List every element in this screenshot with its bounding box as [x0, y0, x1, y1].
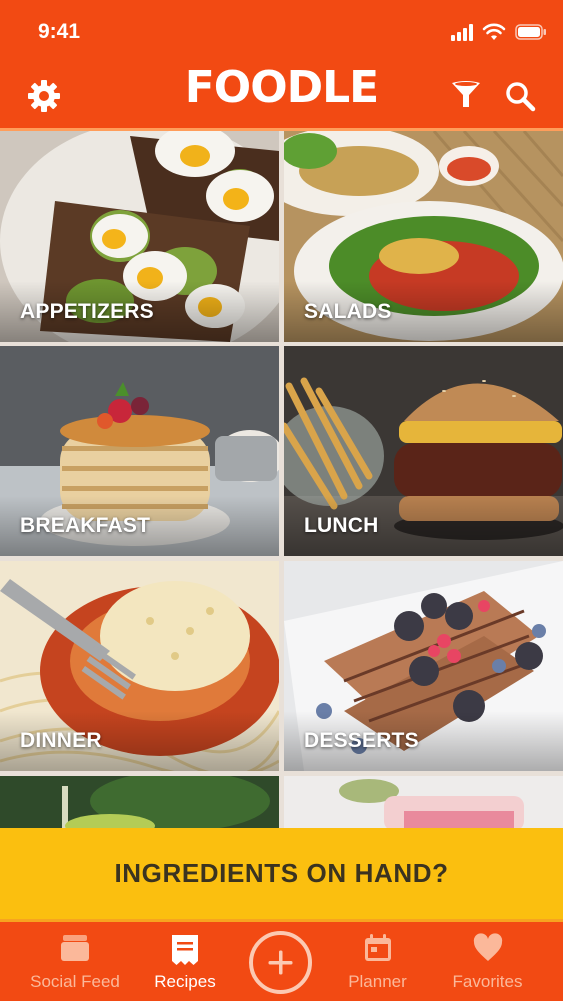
category-tile-salads[interactable]: SALADS [284, 131, 563, 342]
wifi-icon [482, 23, 506, 40]
category-label: LUNCH [304, 514, 379, 537]
add-recipe-button[interactable] [249, 931, 312, 994]
tab-social-feed[interactable]: Social Feed [15, 922, 135, 1001]
tab-planner[interactable]: Planner [330, 922, 425, 1001]
partial-photo-right [284, 776, 563, 831]
social-feed-icon [61, 935, 89, 961]
tab-recipes[interactable]: Recipes [135, 922, 235, 1001]
category-tile-partial-left[interactable] [0, 776, 279, 831]
tab-label: Recipes [154, 972, 216, 991]
category-tile-appetizers[interactable]: APPETIZERS [0, 131, 279, 342]
partial-photo-left [0, 776, 279, 831]
tab-label: Favorites [452, 972, 523, 991]
category-label: APPETIZERS [20, 300, 154, 323]
category-label: DINNER [20, 729, 102, 752]
status-time: 9:41 [38, 20, 81, 43]
category-tile-partial-right[interactable] [284, 776, 563, 831]
tab-favorites[interactable]: Favorites [440, 922, 535, 1001]
search-icon[interactable] [504, 80, 536, 112]
recipes-icon [172, 935, 198, 965]
tab-label: Planner [348, 972, 407, 991]
status-icons [451, 23, 547, 41]
category-label: DESSERTS [304, 729, 419, 752]
category-tile-desserts[interactable]: DESSERTS [284, 561, 563, 771]
battery-icon [515, 24, 546, 40]
heart-icon [473, 933, 502, 961]
category-tile-dinner[interactable]: DINNER [0, 561, 279, 771]
category-label: BREAKFAST [20, 514, 151, 537]
calendar-icon [364, 934, 391, 961]
ingredients-on-hand-label: INGREDIENTS ON HAND? [114, 858, 449, 888]
filter-icon[interactable] [450, 80, 482, 110]
category-grid: APPETIZERS SALADS BREAKFAST LUNCH DINNER… [0, 131, 563, 831]
category-label: SALADS [304, 300, 392, 323]
app-header: 9:41 FOODLE [0, 0, 563, 130]
plus-icon [268, 950, 293, 975]
category-tile-lunch[interactable]: LUNCH [284, 346, 563, 556]
category-tile-breakfast[interactable]: BREAKFAST [0, 346, 279, 556]
ingredients-on-hand-button[interactable]: INGREDIENTS ON HAND? [0, 828, 563, 919]
tab-label: Social Feed [30, 972, 120, 991]
signal-icon [451, 23, 473, 41]
